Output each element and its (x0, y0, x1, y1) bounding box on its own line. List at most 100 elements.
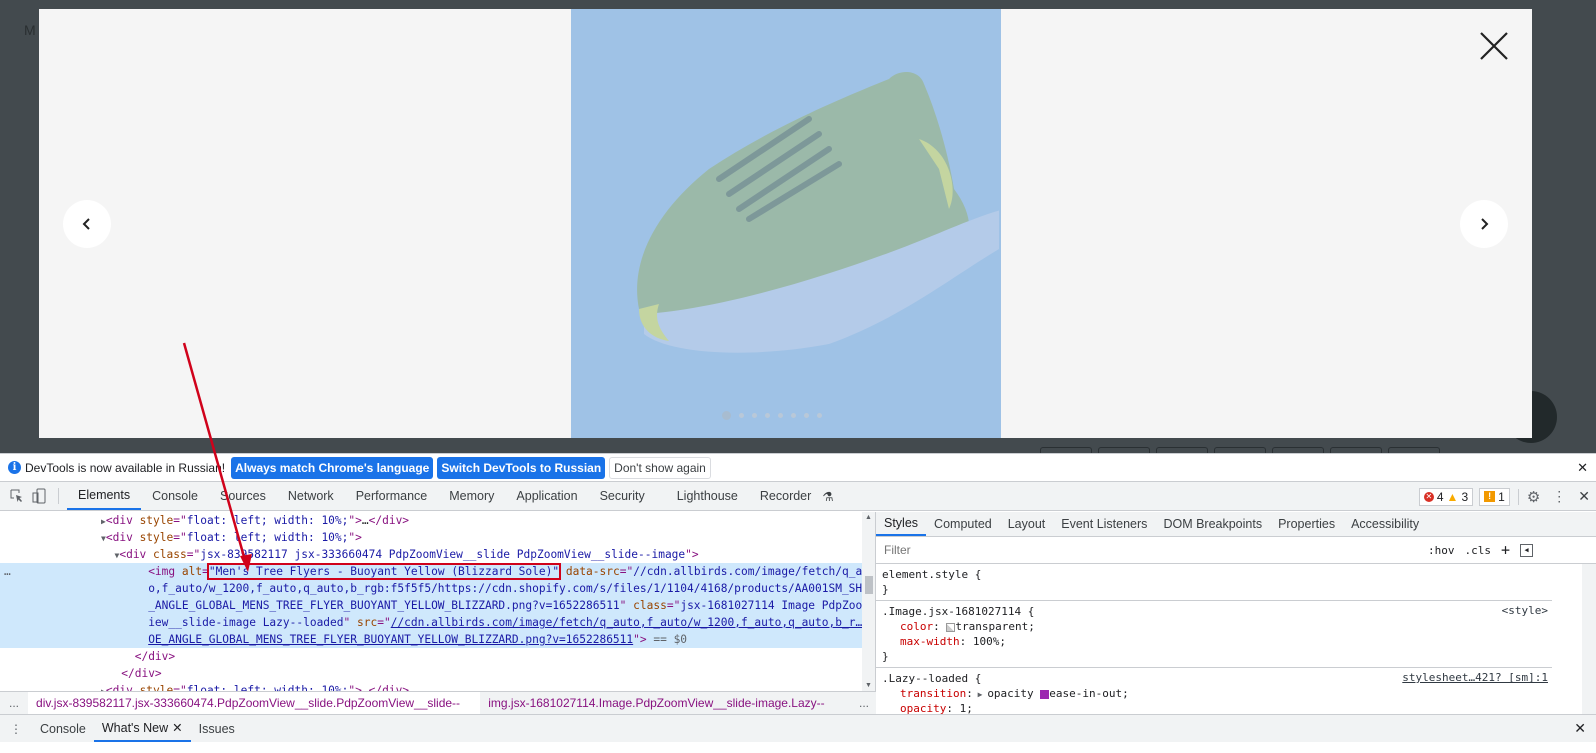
property-value[interactable]: 100%; (973, 635, 1006, 648)
node-actions-icon[interactable]: … (4, 563, 11, 580)
switch-russian-button[interactable]: Switch DevTools to Russian (437, 456, 606, 479)
tab-application[interactable]: Application (505, 482, 588, 510)
code-token: float: left; width: 10%; (186, 514, 349, 527)
issues-badge[interactable]: ! 1 (1479, 487, 1510, 506)
more-menu-icon[interactable]: ⋮ (1546, 488, 1572, 505)
slide-dot[interactable] (722, 411, 731, 420)
tab-recorder[interactable]: Recorder (749, 482, 822, 510)
hov-button[interactable]: :hov (1428, 544, 1455, 557)
dom-node-line[interactable]: </div> (0, 648, 862, 665)
dom-node-line[interactable]: </div> (0, 665, 862, 682)
styles-tab-computed[interactable]: Computed (926, 512, 1000, 536)
tab-label: Issues (198, 721, 235, 736)
inspect-element-icon[interactable] (6, 482, 28, 510)
code-token: </div> (121, 667, 162, 680)
property-value[interactable]: opacity (987, 687, 1033, 700)
tab-performance[interactable]: Performance (345, 482, 439, 510)
styles-tab-accessibility[interactable]: Accessibility (1343, 512, 1427, 536)
slide-dot[interactable] (791, 413, 796, 418)
close-tab-icon[interactable]: ✕ (172, 720, 182, 735)
dont-show-again-button[interactable]: Don't show again (609, 456, 711, 479)
slide-dot[interactable] (765, 413, 770, 418)
dom-node-line[interactable]: o,f_auto/w_1200,f_auto,q_auto,b_rgb:f5f5… (0, 580, 862, 597)
dom-node-line[interactable]: OE_ANGLE_GLOBAL_MENS_TREE_FLYER_BUOYANT_… (0, 631, 862, 648)
cls-button[interactable]: .cls (1465, 544, 1492, 557)
slide-dot[interactable] (778, 413, 783, 418)
property-value[interactable]: 1; (960, 702, 973, 714)
code-token: "> (348, 684, 362, 691)
breadcrumb-more[interactable]: ... (0, 696, 28, 710)
slide-dot[interactable] (817, 413, 822, 418)
new-rule-button[interactable]: + (1501, 541, 1510, 559)
prev-slide-button[interactable] (63, 200, 111, 248)
close-icon[interactable]: ✕ (1577, 460, 1588, 476)
dom-node-line[interactable]: … <img alt="Men's Tree Flyers - Buoyant … (0, 563, 862, 580)
elements-dom-tree[interactable]: ▶<div style="float: left; width: 10%;">…… (0, 512, 862, 691)
code-token: =" (173, 684, 187, 691)
element-style-rule[interactable]: element.style { } (876, 564, 1552, 601)
code-token: … (361, 684, 369, 691)
chevron-right-icon (1481, 218, 1489, 230)
tab-sources[interactable]: Sources (209, 482, 277, 510)
console-errors-badge[interactable]: ✕ 4 ▲ 3 (1418, 487, 1474, 506)
dom-node-line[interactable]: ▶<div style="float: left; width: 10%;">…… (0, 512, 862, 529)
tab-lighthouse[interactable]: Lighthouse (666, 482, 749, 510)
slide-dot[interactable] (752, 413, 757, 418)
tab-elements[interactable]: Elements (67, 482, 142, 510)
property-name[interactable]: color (882, 620, 933, 633)
styles-tab-dom-breakpoints[interactable]: DOM Breakpoints (1155, 512, 1270, 536)
match-language-button[interactable]: Always match Chrome's language (231, 456, 434, 479)
property-name[interactable]: max-width (882, 635, 960, 648)
drawer-tabbar: ⋮ Console What's New ✕ Issues ✕ (0, 714, 1596, 742)
issue-icon: ! (1484, 491, 1496, 502)
styles-tab-layout[interactable]: Layout (1000, 512, 1054, 536)
dom-node-line[interactable]: _ANGLE_GLOBAL_MENS_TREE_FLYER_BUOYANT_YE… (0, 597, 862, 614)
code-token[interactable]: OE_ANGLE_GLOBAL_MENS_TREE_FLYER_BUOYANT_… (148, 633, 633, 646)
dom-node-line[interactable]: ▼<div class="jsx-839582117 jsx-333660474… (0, 546, 862, 563)
breadcrumb-item[interactable]: div.jsx-839582117.jsx-333660474.PdpZoomV… (28, 692, 481, 732)
breadcrumb-more-right[interactable]: ... (852, 696, 876, 710)
rule-source[interactable]: <style> (1502, 604, 1548, 617)
breadcrumb-item[interactable]: img.jsx-1681027114.Image.PdpZoomView__sl… (480, 692, 852, 732)
code-token: class (153, 548, 187, 561)
property-value[interactable]: ease-in-out; (1049, 687, 1128, 700)
styles-scrollbar[interactable] (1582, 564, 1596, 714)
dom-node-line[interactable]: ▶<div style="float: left; width: 10%;">…… (0, 682, 862, 691)
drawer-tab-issues[interactable]: Issues (191, 715, 243, 742)
slide-dot[interactable] (804, 413, 809, 418)
device-toolbar-icon[interactable] (28, 482, 50, 510)
close-devtools-icon[interactable]: ✕ (1578, 488, 1590, 505)
drawer-tab-whats-new[interactable]: What's New ✕ (93, 715, 191, 742)
easing-editor-icon[interactable] (1040, 689, 1050, 699)
rule-source-link[interactable]: stylesheet…421? [sm]:1 (1402, 671, 1548, 684)
gear-icon[interactable]: ⚙ (1527, 488, 1540, 506)
tab-network[interactable]: Network (277, 482, 345, 510)
dom-node-line[interactable]: iew__slide-image Lazy--loaded" src="//cd… (0, 614, 862, 631)
tab-security[interactable]: Security (589, 482, 656, 510)
close-drawer-icon[interactable]: ✕ (1574, 720, 1586, 737)
drawer-tab-console[interactable]: Console (32, 715, 94, 742)
property-value[interactable]: transparent; (955, 620, 1034, 633)
styles-tab-event-listeners[interactable]: Event Listeners (1053, 512, 1155, 536)
elements-scrollbar[interactable]: ▲ ▼ (862, 512, 876, 691)
code-token: style (139, 531, 174, 544)
code-token[interactable]: //cdn.allbirds.com/image/fetch/q_auto,f_… (391, 616, 862, 629)
styles-tab-properties[interactable]: Properties (1270, 512, 1343, 536)
shoe-image (637, 72, 999, 353)
rule-selector: .Image.jsx-1681027114 { (882, 605, 1035, 618)
dom-node-line[interactable]: ▼<div style="float: left; width: 10%;"> (0, 529, 862, 546)
styles-tab-styles[interactable]: Styles (876, 512, 927, 536)
styles-filter-input[interactable] (880, 540, 1418, 560)
property-name[interactable]: transition (882, 687, 966, 700)
drawer-menu-icon[interactable]: ⋮ (0, 715, 32, 742)
lazy-loaded-rule[interactable]: stylesheet…421? [sm]:1 .Lazy--loaded { t… (876, 668, 1552, 714)
close-icon[interactable] (1479, 31, 1509, 61)
tab-memory[interactable]: Memory (438, 482, 505, 510)
image-rule[interactable]: <style> .Image.jsx-1681027114 { color: t… (876, 601, 1552, 668)
expand-triangle-icon[interactable]: ▶ (973, 690, 987, 699)
property-name[interactable]: opacity (882, 702, 946, 714)
toggle-sidebar-icon[interactable]: ◀ (1520, 543, 1534, 557)
tab-console[interactable]: Console (141, 482, 209, 510)
next-slide-button[interactable] (1460, 200, 1508, 248)
slide-dot[interactable] (739, 413, 744, 418)
